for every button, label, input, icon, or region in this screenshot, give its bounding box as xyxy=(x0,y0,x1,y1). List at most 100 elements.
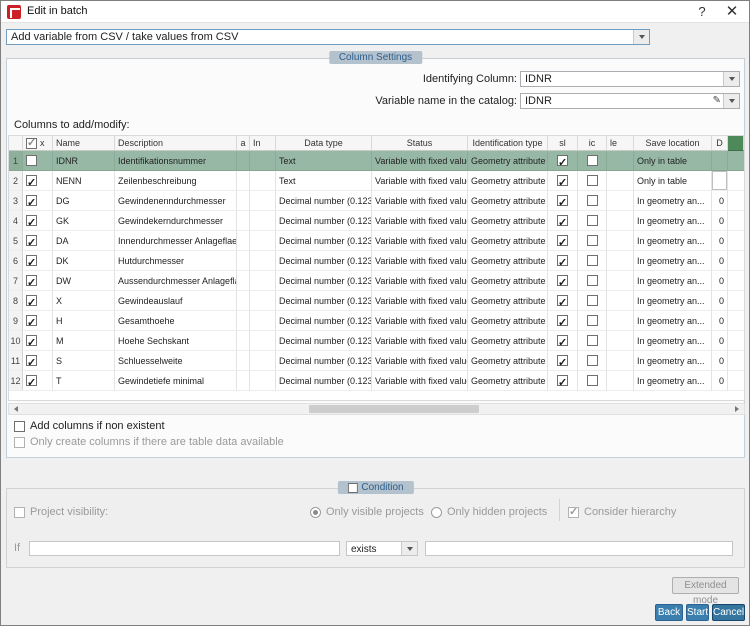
cell-flag1[interactable] xyxy=(548,371,578,391)
flag2-checkbox[interactable] xyxy=(587,275,598,286)
cell-le[interactable] xyxy=(607,291,634,311)
flag2-checkbox[interactable] xyxy=(587,235,598,246)
row-include-cell[interactable] xyxy=(23,191,53,211)
cell-save-location[interactable]: In geometry an... xyxy=(634,331,712,351)
cell-extra[interactable]: 0 xyxy=(712,291,728,311)
cell-extra[interactable]: 0 xyxy=(712,211,728,231)
cell-data-type[interactable]: Text xyxy=(276,151,372,171)
cell-data-type[interactable]: Decimal number (0.123) xyxy=(276,191,372,211)
row-include-checkbox[interactable] xyxy=(26,275,37,286)
cell-flag2[interactable] xyxy=(578,311,607,331)
cell-data-type[interactable]: Decimal number (0.123) xyxy=(276,291,372,311)
cell-flag2[interactable] xyxy=(578,151,607,171)
cell-identification-type[interactable]: Geometry attribute xyxy=(468,271,548,291)
cell-save-location[interactable]: In geometry an... xyxy=(634,191,712,211)
condition-operator-select[interactable]: exists xyxy=(346,541,418,556)
cell-save-location[interactable]: In geometry an... xyxy=(634,291,712,311)
cell-a[interactable] xyxy=(237,291,250,311)
row-include-cell[interactable] xyxy=(23,371,53,391)
row-include-checkbox[interactable] xyxy=(26,335,37,346)
table-row[interactable]: 10 M Hoehe Sechskant Decimal number (0.1… xyxy=(9,331,744,351)
row-include-checkbox[interactable] xyxy=(26,255,37,266)
condition-checkbox[interactable] xyxy=(347,483,357,493)
help-button[interactable]: ? xyxy=(693,3,711,21)
cell-save-location[interactable]: In geometry an... xyxy=(634,371,712,391)
cell-flag1[interactable] xyxy=(548,311,578,331)
header-flag1[interactable]: sl xyxy=(548,136,578,151)
row-include-cell[interactable] xyxy=(23,251,53,271)
header-in[interactable]: In xyxy=(250,136,276,151)
add-columns-checkbox[interactable] xyxy=(14,421,25,432)
cell-flag2[interactable] xyxy=(578,291,607,311)
cell-data-type[interactable]: Decimal number (0.123) xyxy=(276,211,372,231)
flag2-checkbox[interactable] xyxy=(587,175,598,186)
cell-name[interactable]: S xyxy=(53,351,115,371)
cell-flag2[interactable] xyxy=(578,231,607,251)
cell-data-type[interactable]: Decimal number (0.123) xyxy=(276,371,372,391)
cell-data-type[interactable]: Text xyxy=(276,171,372,191)
cell-a[interactable] xyxy=(237,271,250,291)
cell-identification-type[interactable]: Geometry attribute xyxy=(468,191,548,211)
cell-name[interactable]: H xyxy=(53,311,115,331)
table-row[interactable]: 6 DK Hutdurchmesser Decimal number (0.12… xyxy=(9,251,744,271)
cell-flag1[interactable] xyxy=(548,331,578,351)
header-number[interactable] xyxy=(9,136,23,151)
cell-in[interactable] xyxy=(250,371,276,391)
cell-in[interactable] xyxy=(250,291,276,311)
cell-status[interactable]: Variable with fixed values xyxy=(372,251,468,271)
table-row[interactable]: 9 H Gesamthoehe Decimal number (0.123) V… xyxy=(9,311,744,331)
row-include-cell[interactable] xyxy=(23,311,53,331)
cell-le[interactable] xyxy=(607,211,634,231)
flag2-checkbox[interactable] xyxy=(587,355,598,366)
cell-identification-type[interactable]: Geometry attribute xyxy=(468,251,548,271)
cell-a[interactable] xyxy=(237,151,250,171)
cell-flag1[interactable] xyxy=(548,291,578,311)
cell-data-type[interactable]: Decimal number (0.123) xyxy=(276,311,372,331)
cell-flag1[interactable] xyxy=(548,151,578,171)
cell-data-type[interactable]: Decimal number (0.123) xyxy=(276,331,372,351)
scrollbar-thumb[interactable] xyxy=(309,405,479,413)
cell-description[interactable]: Innendurchmesser Anlageflaeche xyxy=(115,231,237,251)
header-save-location[interactable]: Save location xyxy=(634,136,712,151)
back-button[interactable]: Back xyxy=(655,604,683,621)
cell-flag1[interactable] xyxy=(548,191,578,211)
cell-flag2[interactable] xyxy=(578,331,607,351)
cell-identification-type[interactable]: Geometry attribute xyxy=(468,151,548,171)
add-columns-option[interactable]: Add columns if non existent xyxy=(14,419,165,433)
cell-description[interactable]: Gewindeauslauf xyxy=(115,291,237,311)
chevron-down-icon[interactable] xyxy=(723,94,739,108)
flag2-checkbox[interactable] xyxy=(587,195,598,206)
table-row[interactable]: 5 DA Innendurchmesser Anlageflaeche Deci… xyxy=(9,231,744,251)
cell-name[interactable]: DA xyxy=(53,231,115,251)
table-row[interactable]: 12 T Gewindetiefe minimal Decimal number… xyxy=(9,371,744,391)
scroll-right-icon[interactable] xyxy=(730,404,744,414)
cell-a[interactable] xyxy=(237,171,250,191)
flag1-checkbox[interactable] xyxy=(557,195,568,206)
table-row[interactable]: 1 IDNR Identifikationsnummer Text Variab… xyxy=(9,151,744,171)
row-include-cell[interactable] xyxy=(23,331,53,351)
cell-status[interactable]: Variable with fixed values xyxy=(372,351,468,371)
cell-in[interactable] xyxy=(250,251,276,271)
cell-status[interactable]: Variable with fixed values xyxy=(372,151,468,171)
cell-in[interactable] xyxy=(250,271,276,291)
cell-le[interactable] xyxy=(607,171,634,191)
condition-left-input[interactable] xyxy=(29,541,340,556)
header-selected-column[interactable] xyxy=(728,136,744,151)
cell-in[interactable] xyxy=(250,231,276,251)
cell-save-location[interactable]: Only in table xyxy=(634,151,712,171)
cell-save-location[interactable]: In geometry an... xyxy=(634,351,712,371)
cell-data-type[interactable]: Decimal number (0.123) xyxy=(276,231,372,251)
cell-a[interactable] xyxy=(237,331,250,351)
cell-flag1[interactable] xyxy=(548,351,578,371)
header-status[interactable]: Status xyxy=(372,136,468,151)
cell-a[interactable] xyxy=(237,251,250,271)
chevron-down-icon[interactable] xyxy=(723,72,739,86)
condition-right-input[interactable] xyxy=(425,541,733,556)
cell-extra[interactable]: 0 xyxy=(712,311,728,331)
cell-data-type[interactable]: Decimal number (0.123) xyxy=(276,251,372,271)
cell-in[interactable] xyxy=(250,151,276,171)
cell-a[interactable] xyxy=(237,191,250,211)
cell-save-location[interactable]: In geometry an... xyxy=(634,271,712,291)
flag2-checkbox[interactable] xyxy=(587,255,598,266)
row-include-checkbox[interactable] xyxy=(26,195,37,206)
